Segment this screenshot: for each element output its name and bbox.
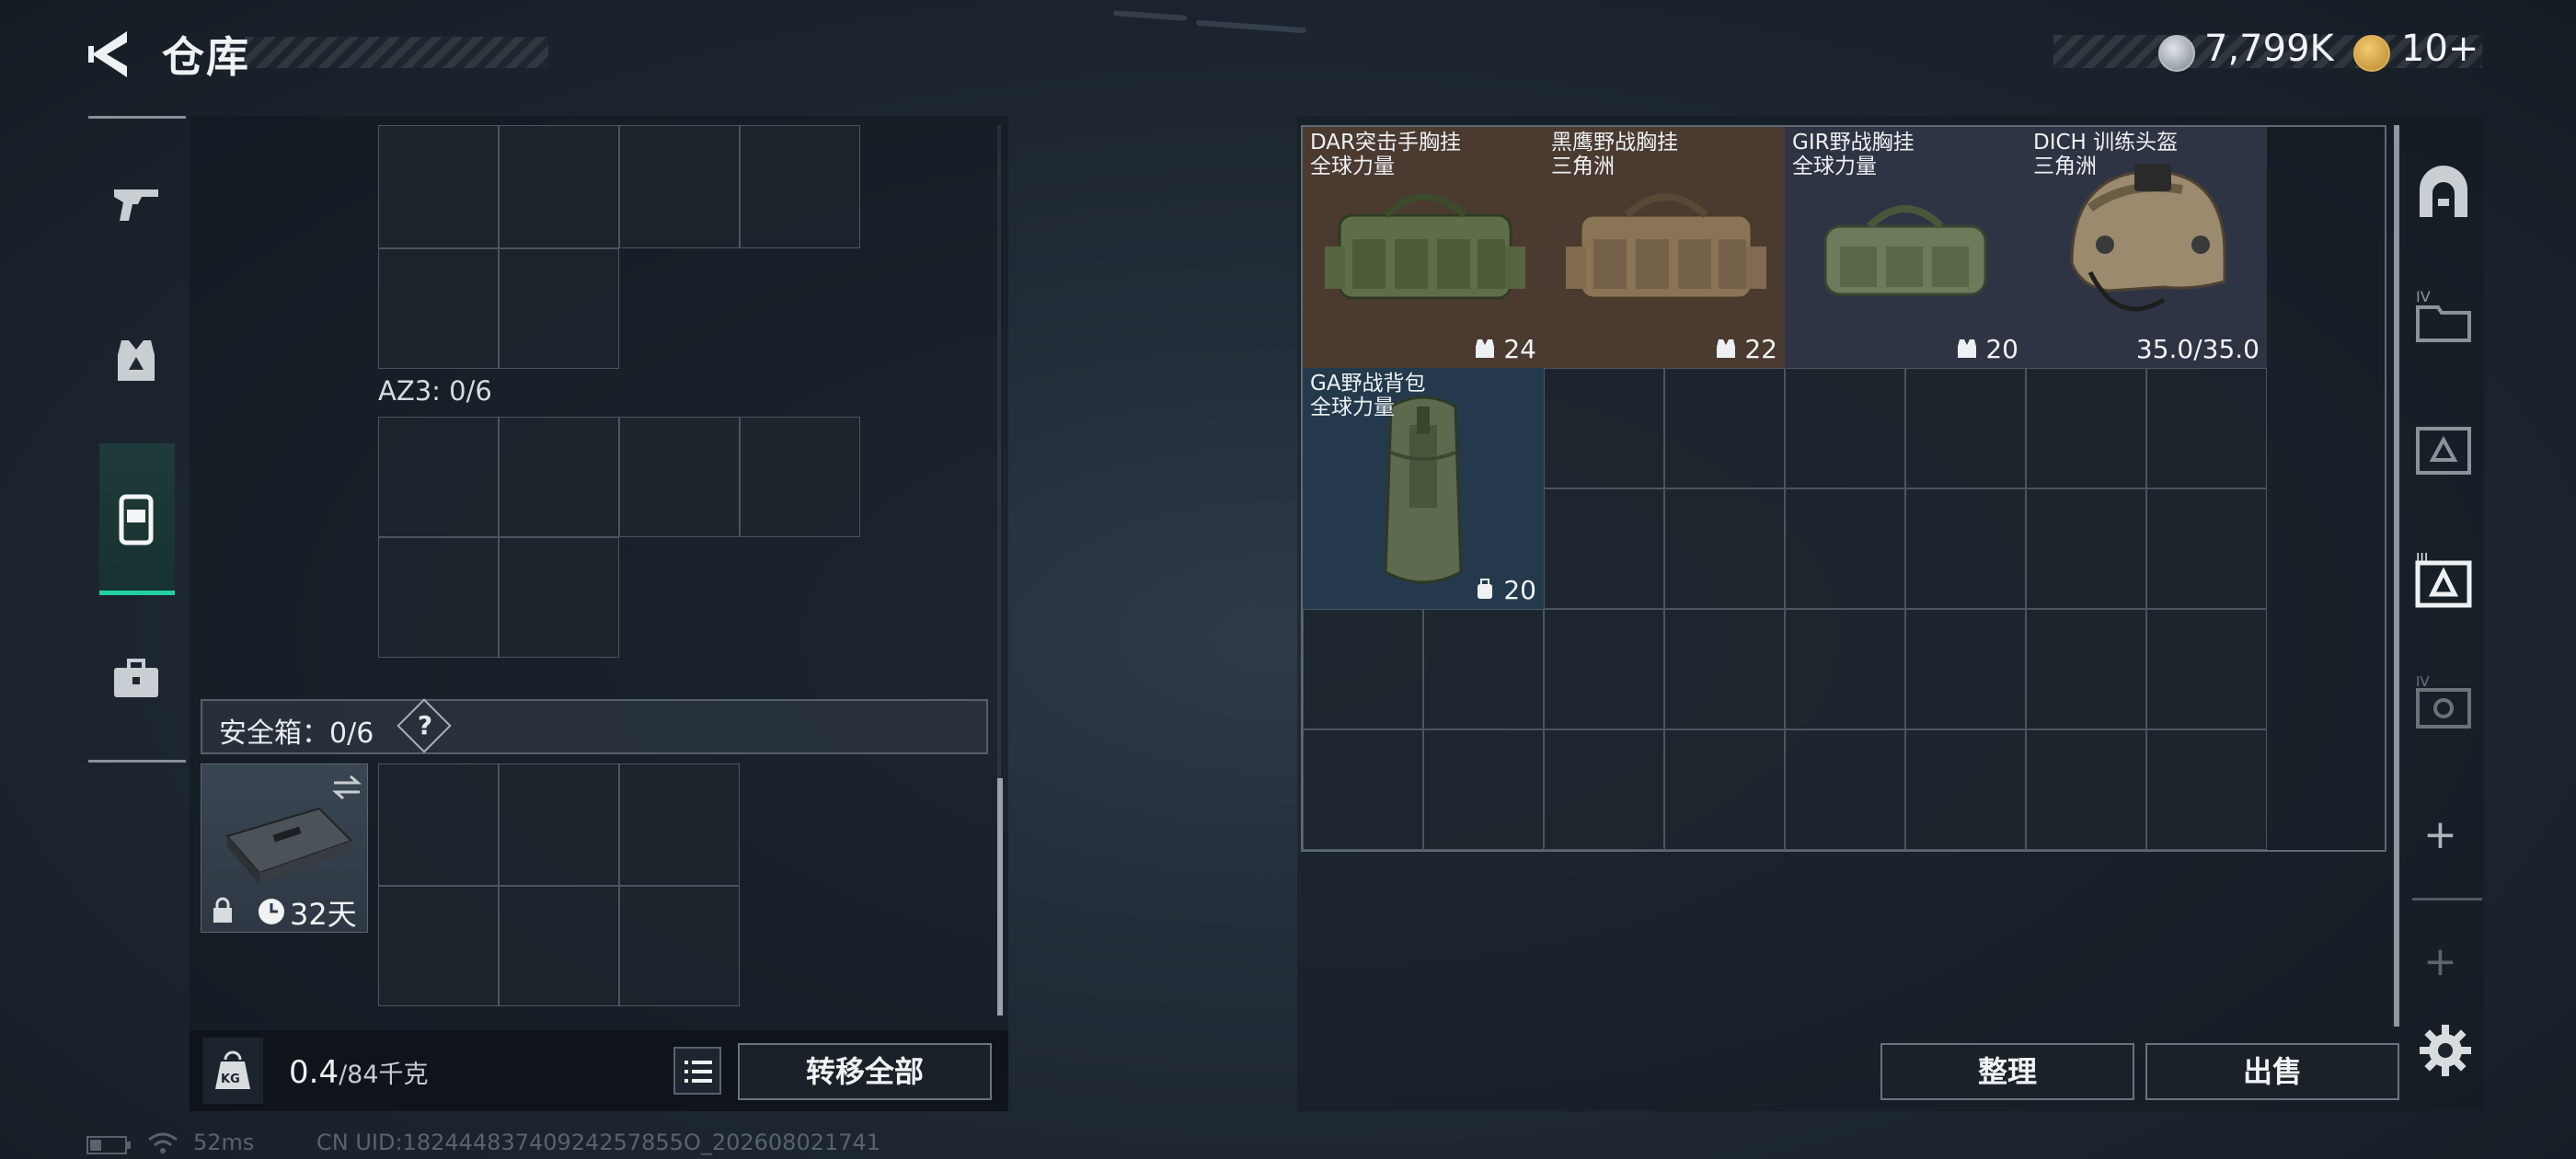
item-capacity: 22: [1716, 334, 1777, 364]
title-decoration: [245, 37, 548, 68]
grid-cell[interactable]: [378, 537, 499, 658]
page-title: 仓库: [162, 32, 250, 82]
grid-cell[interactable]: [378, 886, 499, 1006]
grid-cell[interactable]: [499, 886, 619, 1006]
item-tile-dar-vest[interactable]: DAR突击手胸挂 全球力量 24: [1303, 127, 1544, 368]
kg-icon-label: KG: [221, 1073, 240, 1086]
item-tile-dich-helmet[interactable]: DICH 训练头盔 三角洲 35.0/35.0: [2026, 127, 2267, 368]
weight-current: 0.4: [289, 1054, 339, 1091]
item-tile-ga-backpack[interactable]: GA野战背包 全球力量 20: [1303, 368, 1544, 609]
grid-cell[interactable]: [378, 417, 499, 537]
right-scrollbar-thumb[interactable]: [2394, 125, 2399, 1027]
grid-cell[interactable]: [499, 763, 619, 886]
svg-text:IV: IV: [2416, 673, 2430, 690]
backpack-icon[interactable]: [109, 491, 164, 546]
item-capacity: 20: [1475, 575, 1536, 605]
add-storage-icon[interactable]: +: [2423, 811, 2457, 858]
grid-cell[interactable]: [378, 125, 499, 248]
right-sidebar-divider: [2412, 898, 2482, 901]
item-capacity: 24: [1475, 334, 1536, 364]
left-scrollbar-thumb[interactable]: [997, 778, 1003, 1016]
vest-mini-icon: [1958, 339, 1977, 358]
user-uid: CN UID:18244483740924257855O_20260802174…: [316, 1130, 881, 1155]
item-tile-blackhawk-vest[interactable]: 黑鹰野战胸挂 三角洲 22: [1544, 127, 1785, 368]
item-name: GIR野战胸挂 全球力量: [1792, 131, 1915, 178]
add-storage-disabled-icon: +: [2423, 938, 2457, 985]
ping-readout: 52ms: [193, 1130, 255, 1155]
item-name: DICH 训练头盔 三角洲: [2033, 131, 2179, 178]
safebox-days-remaining: 32天: [290, 897, 357, 932]
item-name: DAR突击手胸挂 全球力量: [1310, 131, 1462, 178]
backpack-mini-icon: [1478, 579, 1493, 599]
wifi-icon: [148, 1132, 178, 1153]
gold-coin-icon: [2353, 35, 2390, 72]
gear-icon[interactable]: [2418, 1023, 2473, 1078]
currency-gold-value: 10+: [2401, 28, 2479, 70]
right-sidebar-top-spacer: [2409, 81, 2482, 118]
safebox-capacity-label: 安全箱：0/6: [219, 717, 374, 750]
background-streak: [1112, 10, 1188, 21]
tactical-vest-image: [1325, 193, 1525, 300]
grid-cell[interactable]: [378, 763, 499, 886]
grid-cell[interactable]: [499, 248, 619, 369]
case-selected-icon[interactable]: III: [2412, 548, 2475, 611]
warehouse-home-icon[interactable]: [2412, 162, 2475, 224]
battery-icon: [86, 1136, 131, 1154]
list-icon: [684, 1061, 712, 1083]
grid-cell[interactable]: [499, 537, 619, 658]
list-view-button[interactable]: [673, 1047, 721, 1095]
grid-cell[interactable]: [740, 125, 860, 248]
sidebar-bottom-divider: [88, 760, 186, 763]
pistol-icon[interactable]: [109, 177, 164, 232]
vest-icon[interactable]: [109, 333, 164, 388]
grid-cell[interactable]: [619, 125, 740, 248]
help-icon[interactable]: ?: [411, 710, 439, 740]
vest-mini-icon: [1717, 339, 1736, 358]
swap-icon[interactable]: [330, 774, 363, 801]
grid-cell[interactable]: [619, 417, 740, 537]
sidebar-top-divider: [88, 116, 186, 119]
folder-tier4-icon[interactable]: IV: [2412, 285, 2475, 348]
transfer-all-button[interactable]: 转移全部: [738, 1043, 992, 1100]
tactical-vest-image: [1566, 193, 1766, 300]
weight-max: /84千克: [339, 1061, 429, 1089]
item-name: 黑鹰野战胸挂 三角洲: [1551, 131, 1678, 178]
vest-mini-icon: [1476, 339, 1495, 358]
case-tier3-icon[interactable]: [2412, 418, 2475, 480]
grid-cell[interactable]: [619, 886, 740, 1006]
helmet-image: [2070, 164, 2226, 312]
sort-button[interactable]: 整理: [1880, 1043, 2134, 1100]
item-name: GA野战背包 全球力量: [1310, 372, 1426, 419]
item-tile-gir-vest[interactable]: GIR野战胸挂 全球力量 20: [1785, 127, 2026, 368]
grid-cell[interactable]: [499, 125, 619, 248]
safebox-item-tile[interactable]: 32天: [201, 763, 368, 933]
back-arrow-icon[interactable]: [85, 28, 138, 81]
clock-icon: [259, 899, 284, 924]
grid-cell[interactable]: [378, 248, 499, 369]
lock-icon: [213, 897, 232, 923]
grid-cell[interactable]: [740, 417, 860, 537]
az3-capacity-label: AZ3: 0/6: [378, 375, 492, 407]
background-streak: [1195, 19, 1307, 34]
medkit-tier4-icon[interactable]: IV: [2412, 671, 2475, 734]
weight-readout: 0.4/84千克: [289, 1054, 429, 1091]
item-durability: 35.0/35.0: [2135, 334, 2260, 364]
svg-text:IV: IV: [2416, 288, 2431, 305]
grid-cell[interactable]: [619, 763, 740, 886]
toolbox-icon[interactable]: [109, 651, 164, 706]
weight-icon-box: KG: [202, 1038, 263, 1104]
sell-button[interactable]: 出售: [2145, 1043, 2399, 1100]
tactical-vest-image: [1823, 205, 1987, 296]
currency-silver-value: 7,799K: [2204, 28, 2334, 70]
grid-cell[interactable]: [499, 417, 619, 537]
safebox-case-icon: [225, 807, 353, 884]
silver-coin-icon: [2158, 35, 2195, 72]
item-capacity: 20: [1957, 334, 2018, 364]
